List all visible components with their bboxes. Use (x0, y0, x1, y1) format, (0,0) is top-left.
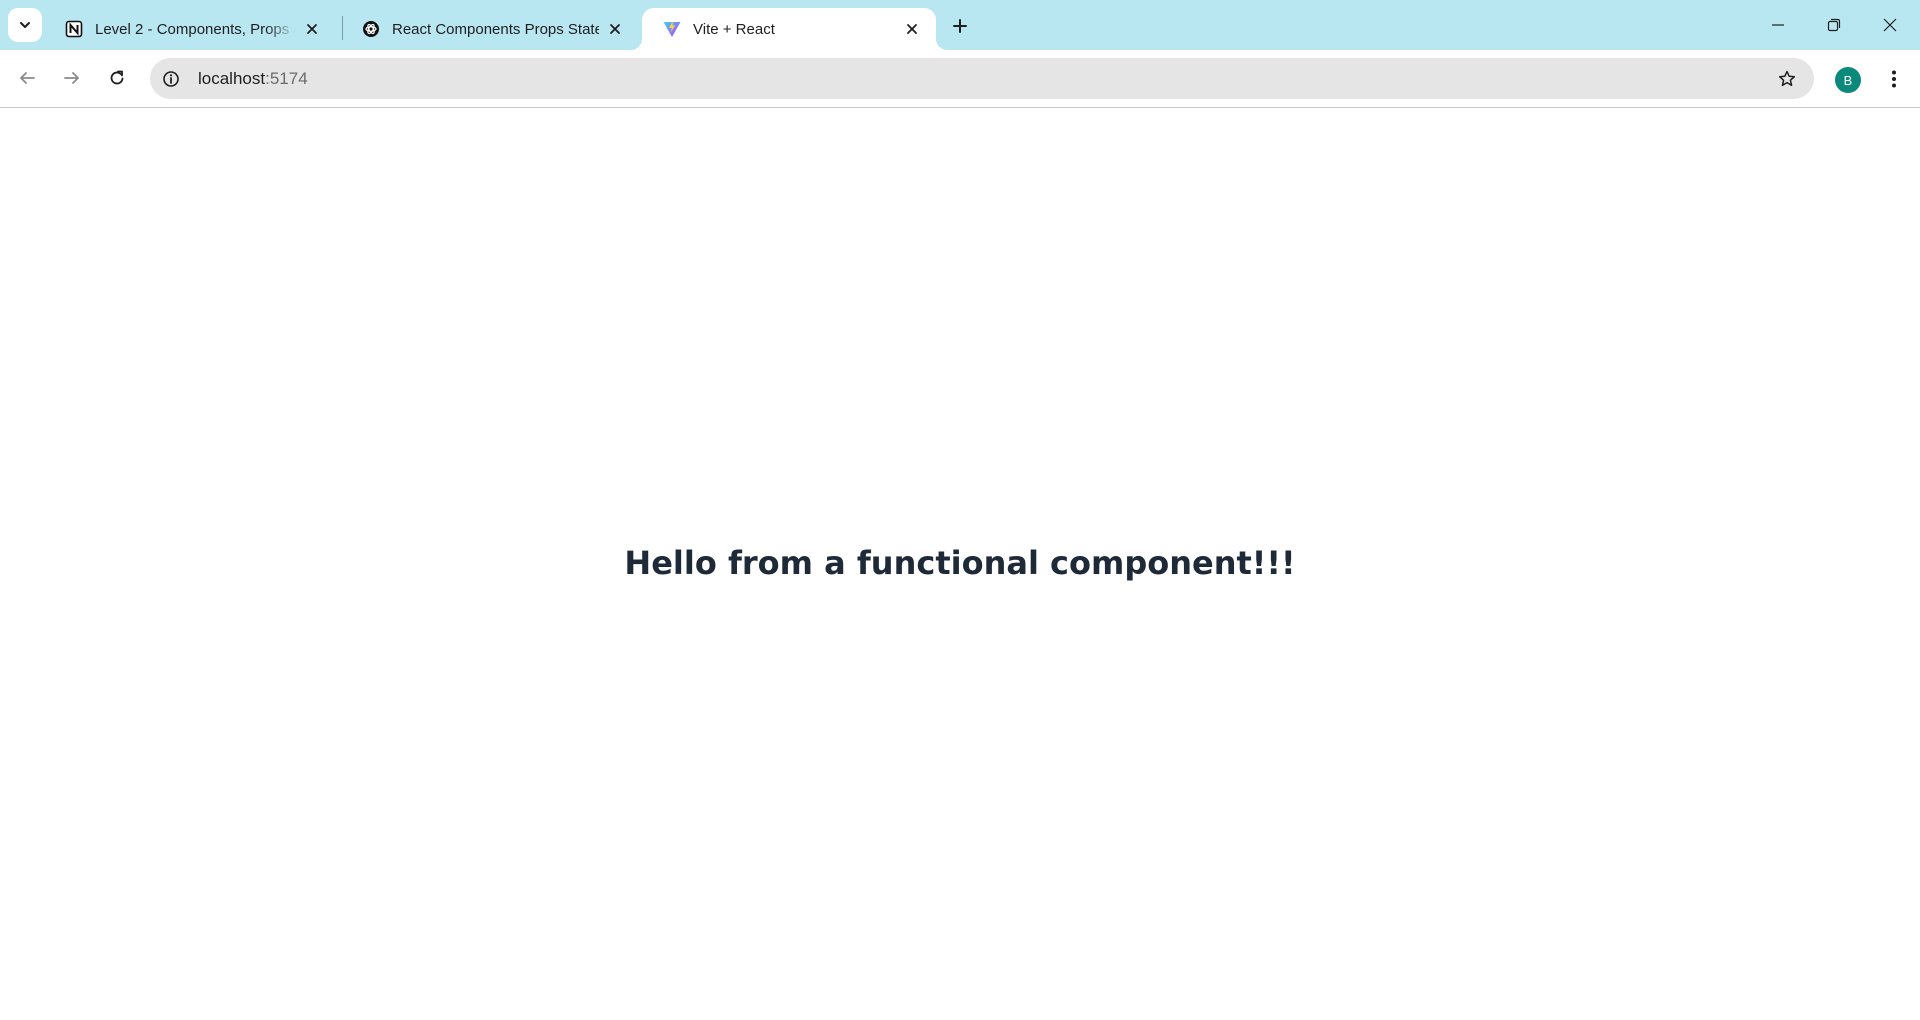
browser-toolbar: localhost:5174 B (0, 50, 1920, 108)
tab-vite-react[interactable]: Vite + React (630, 8, 948, 50)
minimize-button[interactable] (1750, 0, 1806, 50)
bookmark-star-icon[interactable] (1770, 62, 1804, 96)
tab-title: Vite + React (693, 20, 775, 38)
back-button[interactable] (10, 61, 44, 95)
url-port: :5174 (265, 68, 308, 88)
forward-button[interactable] (55, 61, 89, 95)
address-bar[interactable]: localhost:5174 (150, 58, 1814, 99)
tab-strip: Level 2 - Components, Props & State Reac… (0, 0, 1920, 50)
tab-title: React Components Props State (392, 20, 599, 38)
page-viewport: Hello from a functional component!!! (0, 108, 1920, 1020)
reload-button[interactable] (100, 61, 134, 95)
info-icon[interactable] (155, 63, 187, 95)
close-icon[interactable] (902, 19, 922, 39)
chatgpt-icon (361, 19, 381, 39)
close-icon[interactable] (302, 19, 322, 39)
plus-icon (953, 19, 967, 33)
profile-avatar[interactable]: B (1835, 67, 1861, 93)
chevron-down-icon (20, 22, 30, 28)
reload-icon (110, 70, 124, 85)
address-url[interactable]: localhost:5174 (198, 69, 1770, 89)
close-window-button[interactable] (1862, 0, 1918, 50)
tab-title: Level 2 - Components, Props & State (95, 20, 296, 38)
restore-button[interactable] (1806, 0, 1862, 50)
vite-icon (662, 19, 682, 39)
minimize-icon (1772, 24, 1784, 26)
restore-icon (1827, 18, 1841, 32)
browser-menu-button[interactable] (1877, 62, 1911, 96)
more-vertical-icon (1892, 70, 1896, 88)
notion-icon (64, 19, 84, 39)
tab-react-components[interactable]: React Components Props State (341, 8, 639, 50)
arrow-left-icon (20, 72, 35, 84)
close-icon[interactable] (605, 19, 625, 39)
close-icon (1883, 18, 1897, 32)
url-host: localhost (198, 68, 266, 88)
tab-level-2[interactable]: Level 2 - Components, Props & State (44, 8, 336, 50)
new-tab-button[interactable] (944, 10, 976, 42)
arrow-right-icon (64, 72, 79, 84)
page-heading: Hello from a functional component!!! (624, 544, 1296, 582)
tab-search-button[interactable] (8, 8, 42, 42)
